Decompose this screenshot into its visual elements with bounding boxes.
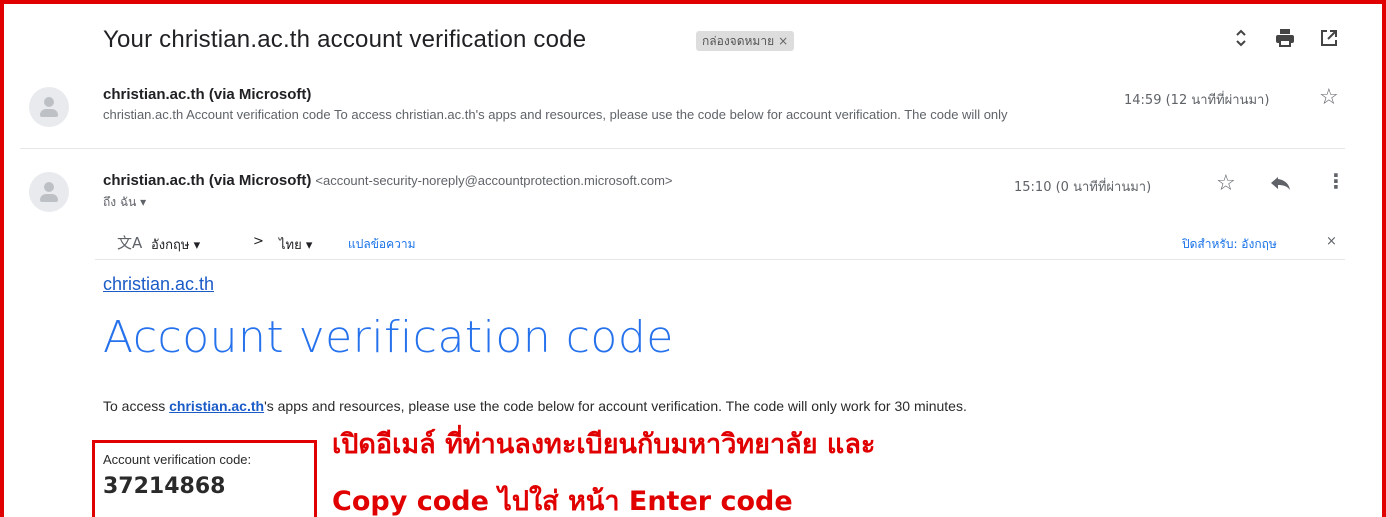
inbox-label-text: กล่องจดหมาย <box>702 34 775 48</box>
message-time: 15:10 (0 นาทีที่ผ่านมา) <box>1014 180 1152 195</box>
translate-bar: 文A อังกฤษ ▾ > ไทย ▾ แปลข้อความ ปิดสำหรับ… <box>95 226 1345 260</box>
instruction-annotation-1: เปิดอีเมล์ ที่ท่านลงทะเบียนกับมหาวิทยาลั… <box>332 429 876 460</box>
body-text-before: To access <box>103 398 170 414</box>
email-subject: Your christian.ac.th account verificatio… <box>103 26 587 53</box>
email-body-text: To access christian.ac.th's apps and res… <box>103 398 967 414</box>
verification-code[interactable]: 37214868 <box>103 474 225 499</box>
close-translate-icon[interactable]: × <box>1326 234 1337 249</box>
source-language-dropdown[interactable]: อังกฤษ ▾ <box>151 234 200 255</box>
body-text-after: 's apps and resources, please use the co… <box>264 398 967 414</box>
remove-label-icon[interactable]: × <box>778 34 788 48</box>
instruction-annotation-2: Copy code ไปใส่ หน้า Enter code <box>332 486 793 517</box>
translate-message-link[interactable]: แปลข้อความ <box>348 235 416 254</box>
sender-avatar <box>29 172 69 212</box>
more-options-icon[interactable]: ⋮ <box>1326 172 1346 192</box>
message-snippet[interactable]: christian.ac.th Account verification cod… <box>103 107 1333 122</box>
message-sender[interactable]: christian.ac.th (via Microsoft) <box>103 86 311 103</box>
email-title: Account verification code <box>103 312 674 363</box>
turn-off-translation-link[interactable]: ปิดสำหรับ: อังกฤษ <box>1182 235 1277 254</box>
star-icon[interactable]: ☆ <box>1319 86 1339 108</box>
sender-avatar <box>29 87 69 127</box>
message-divider <box>20 148 1345 149</box>
sender-email: <account-security-noreply@accountprotect… <box>315 173 673 188</box>
star-icon[interactable]: ☆ <box>1216 172 1236 194</box>
message-sender-row: christian.ac.th (via Microsoft) <account-… <box>103 172 673 189</box>
translate-arrow: > <box>253 234 264 249</box>
expand-collapse-icon[interactable] <box>1229 26 1253 50</box>
code-label: Account verification code: <box>103 452 252 467</box>
inbox-label-chip[interactable]: กล่องจดหมาย × <box>696 31 795 51</box>
translate-icon: 文A <box>117 234 143 252</box>
print-icon[interactable] <box>1273 26 1297 50</box>
target-language-dropdown[interactable]: ไทย ▾ <box>279 234 312 255</box>
body-org-link[interactable]: christian.ac.th <box>169 398 264 414</box>
open-in-new-window-icon[interactable] <box>1317 26 1341 50</box>
reply-icon[interactable] <box>1268 173 1292 197</box>
org-link[interactable]: christian.ac.th <box>103 274 214 295</box>
recipient-dropdown[interactable]: ถึง ฉัน ▾ <box>103 193 146 212</box>
message-sender[interactable]: christian.ac.th (via Microsoft) <box>103 172 311 189</box>
